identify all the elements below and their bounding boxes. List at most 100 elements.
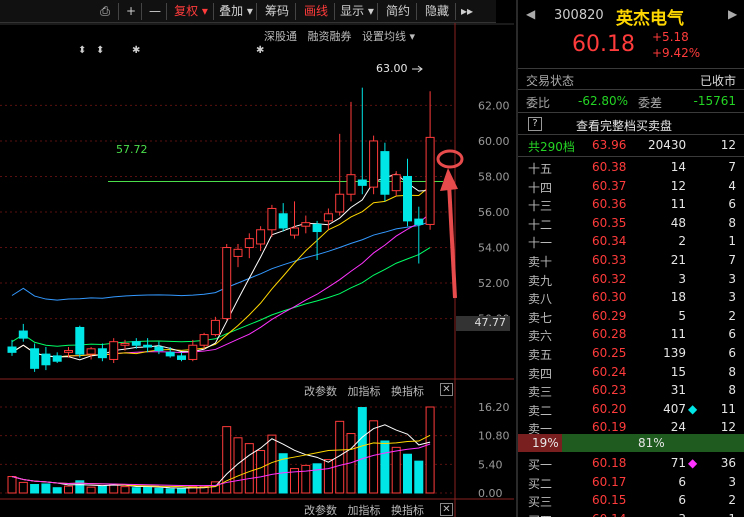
ask-order-count: 7 <box>728 160 736 174</box>
ask-row[interactable]: 十四 60.37 12 4 <box>518 177 744 196</box>
ask-volume: 24 <box>670 420 686 435</box>
ask-level-label: 卖三 <box>528 385 553 400</box>
ask-row[interactable]: 十三 60.36 11 6 <box>518 195 744 214</box>
ask-order-count: 3 <box>728 271 736 286</box>
volume-bar-up <box>120 486 130 494</box>
toolbar-separator <box>256 3 257 20</box>
price-block: 60.18 +5.18 +9.42% <box>518 30 744 64</box>
link-shengutong[interactable]: 深股通 <box>264 30 297 43</box>
ask-volume: 15 <box>670 364 686 379</box>
ask-row[interactable]: 卖六 60.28 11 6 <box>518 325 744 344</box>
switch-indicator-button[interactable]: 换指标 <box>391 385 424 398</box>
ask-volume: 31 <box>670 383 686 398</box>
candle-up <box>233 248 243 257</box>
toolbar-separator <box>141 3 142 20</box>
bid-level-label: 买四 <box>528 512 552 517</box>
ask-row[interactable]: 十一 60.34 2 1 <box>518 232 744 251</box>
print-icon[interactable]: ⎙ <box>92 2 118 21</box>
ratio-right: 81% <box>638 436 665 450</box>
prev-stock-icon[interactable]: ◀ <box>526 7 535 21</box>
volume-bar-down <box>312 463 322 494</box>
ask-row[interactable]: 卖七 60.29 5 2 <box>518 307 744 326</box>
ask-row[interactable]: 卖八 60.30 18 3 <box>518 288 744 307</box>
total-vol: 20430 <box>648 138 687 152</box>
bid-row[interactable]: 买二 60.17 6 3 <box>518 473 744 492</box>
add-indicator-button-2[interactable]: 加指标 <box>348 504 381 517</box>
next-stock-icon[interactable]: ▶ <box>728 7 737 21</box>
ask-volume: 407 <box>663 401 686 416</box>
candle-down <box>165 351 175 357</box>
ask-row[interactable]: 卖二 60.20 407 ◆ 11 <box>518 400 744 419</box>
display-dropdown[interactable]: 显示 ▾ <box>337 2 377 21</box>
close-icon-2[interactable]: ✕ <box>440 503 453 516</box>
ask-row[interactable]: 卖四 60.24 15 8 <box>518 363 744 382</box>
volume-bar-down <box>52 487 62 494</box>
ask-order-count: 4 <box>728 178 736 193</box>
candle-down <box>30 348 40 369</box>
total-row: 共290档 63.96 20430 12 <box>518 136 744 155</box>
candle-down <box>312 223 322 233</box>
fuquan-dropdown[interactable]: 复权 ▾ <box>169 2 213 21</box>
candle-down <box>154 346 164 352</box>
ask-level-label: 十二 <box>528 217 553 232</box>
ask-row[interactable]: 十五 60.38 14 7 <box>518 158 744 177</box>
weicha-label: 委差 <box>638 96 663 110</box>
horizontal-line-label: 57.72 <box>116 143 148 156</box>
bid-order-count: 36 <box>720 456 736 470</box>
divider <box>518 68 744 69</box>
ask-row[interactable]: 十二 60.35 48 8 <box>518 214 744 233</box>
hide-button[interactable]: 隐藏 <box>419 2 455 21</box>
ask-row[interactable]: 卖三 60.23 31 8 <box>518 381 744 400</box>
zoom-in-button[interactable]: + <box>121 2 141 21</box>
change-params-button-2[interactable]: 改参数 <box>304 504 337 517</box>
full-book-row[interactable]: ? 查看完整档买卖盘 <box>518 115 744 134</box>
bid-row[interactable]: 买一 60.18 71 ◆ 36 <box>518 454 744 473</box>
full-book-link[interactable]: 查看完整档买卖盘 <box>576 117 672 134</box>
ask-row[interactable]: 卖九 60.32 3 3 <box>518 270 744 289</box>
kline-chart[interactable]: 62.0060.0058.0056.0054.0052.0050.00⬍⬍✱✱1… <box>0 23 514 517</box>
indicator-toolbar-2: 改参数 加指标 换指标 <box>304 502 424 517</box>
simple-button[interactable]: 简约 <box>380 2 416 21</box>
ask-row[interactable]: 卖五 60.25 139 6 <box>518 344 744 363</box>
draw-line-button[interactable]: 画线 <box>298 2 334 21</box>
chips-button[interactable]: 筹码 <box>259 2 295 21</box>
ask-price: 60.32 <box>592 271 627 286</box>
kline-svg[interactable]: 62.0060.0058.0056.0054.0052.0050.00⬍⬍✱✱1… <box>0 23 514 517</box>
zoom-out-button[interactable]: — <box>144 2 166 21</box>
candle-up <box>222 247 232 320</box>
switch-indicator-button-2[interactable]: 换指标 <box>391 504 424 517</box>
ratio-bar: 19% 81% <box>518 434 744 452</box>
high-marker-label: 63.00 <box>376 62 408 75</box>
bid-volume: 3 <box>678 512 686 517</box>
link-set-ma[interactable]: 设置均线 ▾ <box>362 30 415 43</box>
ask-order-count: 8 <box>728 364 736 379</box>
candle-down <box>177 355 186 360</box>
ask-level-label: 十一 <box>528 236 553 251</box>
ask-price: 60.20 <box>592 401 627 416</box>
total-count: 12 <box>720 138 736 152</box>
ma20-line <box>11 212 431 358</box>
volume-bar-up <box>301 464 311 494</box>
candle-up <box>369 140 379 188</box>
overlay-dropdown[interactable]: 叠加 ▾ <box>216 2 256 21</box>
bid-price: 60.14 <box>592 512 626 517</box>
add-indicator-button[interactable]: 加指标 <box>348 385 381 398</box>
ratio-left: 19% <box>532 436 559 450</box>
divider <box>518 134 744 135</box>
close-icon[interactable]: ✕ <box>440 383 453 396</box>
help-icon[interactable]: ? <box>528 117 542 131</box>
volume-bar-up <box>323 459 333 494</box>
bid-row[interactable]: 买四 60.14 3 1 <box>518 510 744 517</box>
bid-order-count: 2 <box>728 493 736 508</box>
ask-row[interactable]: 卖十 60.33 21 7 <box>518 251 744 270</box>
change-params-button[interactable]: 改参数 <box>304 385 337 398</box>
ask-price: 60.34 <box>592 234 627 249</box>
bid-row[interactable]: 买三 60.15 6 2 <box>518 491 744 510</box>
weibi-row: 委比 -62.80% 委差 -15761 <box>518 92 744 111</box>
volume-bar-down <box>414 460 424 494</box>
link-rongzi[interactable]: 融资融券 <box>308 30 352 43</box>
toolbar-separator <box>416 3 417 20</box>
more-icon[interactable]: ▸▸ <box>458 2 476 21</box>
status-value: 已收市 <box>699 74 736 88</box>
ask-price: 60.23 <box>592 383 627 398</box>
